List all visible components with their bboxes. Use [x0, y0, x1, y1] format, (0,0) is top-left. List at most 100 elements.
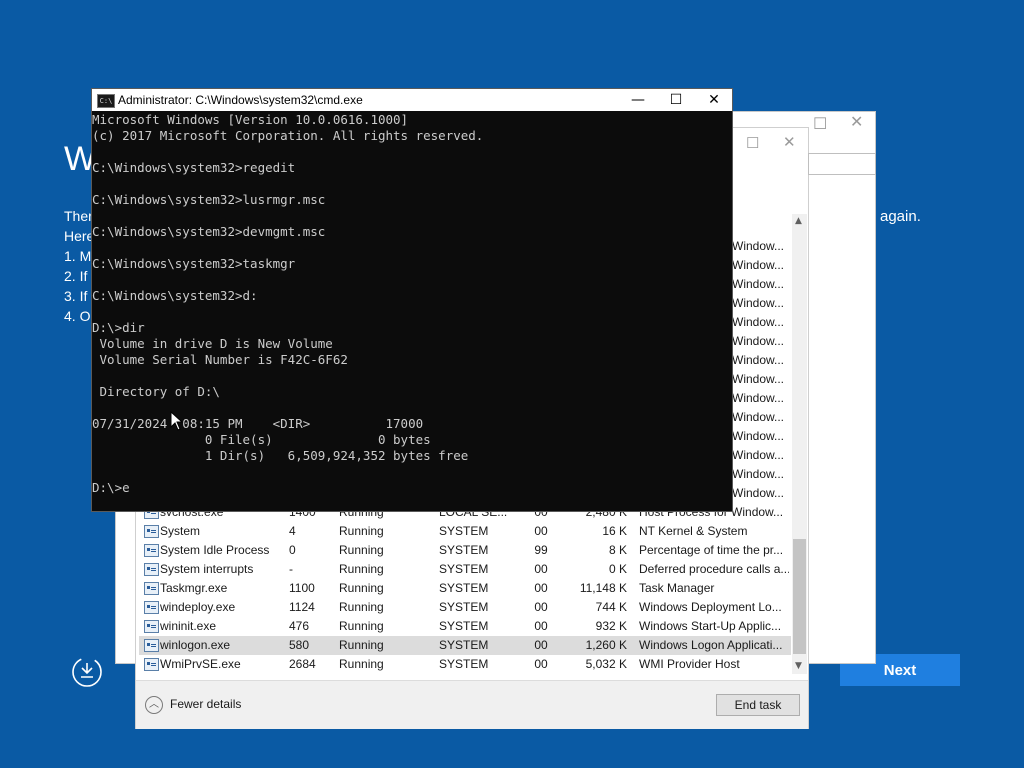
close-icon[interactable]: ✕: [695, 89, 733, 111]
console-line: Volume in drive D is New Volume: [92, 336, 333, 351]
console-line: 1 Dir(s) 6,509,924,352 bytes free: [92, 448, 469, 463]
process-cpu: 00: [534, 562, 548, 576]
process-description: Task Manager: [639, 581, 715, 595]
maximize-icon[interactable]: ☐: [813, 114, 827, 134]
process-pid: -: [289, 562, 293, 576]
process-memory: 8 K: [608, 543, 627, 557]
process-user: SYSTEM: [439, 562, 489, 576]
process-description: Windows Start-Up Applic...: [639, 619, 782, 633]
chevron-up-icon[interactable]: ︿: [145, 696, 163, 714]
minimize-icon[interactable]: —: [619, 89, 657, 111]
process-icon: [144, 620, 159, 633]
console-line: 0 File(s) 0 bytes: [92, 432, 431, 447]
process-user: SYSTEM: [439, 619, 489, 633]
process-name: System Idle Process: [160, 543, 270, 557]
process-icon: [144, 639, 159, 652]
fewer-details-link[interactable]: Fewer details: [170, 697, 241, 711]
process-cpu: 00: [534, 581, 548, 595]
maximize-icon[interactable]: ☐: [657, 89, 695, 111]
process-status: Running: [339, 562, 384, 576]
process-pid: 4: [289, 524, 296, 538]
process-memory: 0 K: [608, 562, 627, 576]
table-row[interactable]: System 4 Running SYSTEM 00 16 K NT Kerne…: [139, 522, 791, 541]
process-description: WMI Provider Host: [639, 657, 740, 671]
process-memory: 932 K: [595, 619, 627, 633]
process-description: Percentage of time the pr...: [639, 543, 784, 557]
setup-text-line: 2. If: [64, 268, 88, 284]
process-cpu: 99: [534, 543, 548, 557]
process-cpu: 00: [534, 619, 548, 633]
table-row[interactable]: System Idle Process 0 Running SYSTEM 99 …: [139, 541, 791, 560]
process-user: SYSTEM: [439, 638, 489, 652]
process-name: Taskmgr.exe: [160, 581, 228, 595]
process-name: System: [160, 524, 201, 538]
process-icon: [144, 563, 159, 576]
scroll-up-icon[interactable]: ▲: [795, 216, 802, 226]
process-cpu: 00: [534, 600, 548, 614]
setup-text-line: Ther: [64, 208, 93, 224]
search-field[interactable]: [808, 153, 876, 175]
process-memory: 11,148 K: [579, 581, 627, 595]
table-row[interactable]: System interrupts - Running SYSTEM 00 0 …: [139, 560, 791, 579]
taskmgr-icon: [144, 582, 159, 595]
process-status: Running: [339, 657, 384, 671]
scroll-down-icon[interactable]: ▼: [795, 661, 802, 671]
process-name: System interrupts: [160, 562, 254, 576]
process-status: Running: [339, 638, 384, 652]
process-name: winlogon.exe: [160, 638, 231, 652]
cmd-icon: C:\: [97, 94, 115, 108]
process-user: SYSTEM: [439, 524, 489, 538]
setup-again-text: again.: [880, 208, 921, 225]
close-icon[interactable]: ✕: [783, 133, 796, 151]
table-row[interactable]: WmiPrvSE.exe 2684 Running SYSTEM 00 5,03…: [139, 655, 791, 674]
maximize-icon[interactable]: ☐: [746, 134, 759, 152]
process-user: SYSTEM: [439, 543, 489, 557]
process-user: SYSTEM: [439, 600, 489, 614]
process-description: Windows Logon Applicati...: [639, 638, 783, 652]
cmd-title-bar[interactable]: C:\ Administrator: C:\Windows\system32\c…: [92, 89, 732, 111]
setup-text-line: 3. If: [64, 288, 88, 304]
console-line: (c) 2017 Microsoft Corporation. All righ…: [92, 128, 484, 143]
console-line: C:\Windows\system32>d:: [92, 288, 258, 303]
console-line: C:\Windows\system32>taskmgr: [92, 256, 296, 271]
process-memory: 1,260 K: [585, 638, 627, 652]
console-line: 07/31/2024 08:15 PM <DIR> 17000: [92, 416, 424, 431]
table-row[interactable]: windeploy.exe 1124 Running SYSTEM 00 744…: [139, 598, 791, 617]
cmd-window-title: Administrator: C:\Windows\system32\cmd.e…: [118, 93, 363, 107]
setup-text-line: 4. O: [64, 308, 91, 324]
process-icon: [144, 544, 159, 557]
process-pid: 1100: [289, 581, 315, 595]
table-row-selected[interactable]: winlogon.exe 580 Running SYSTEM 00 1,260…: [139, 636, 791, 655]
table-row[interactable]: Taskmgr.exe 1100 Running SYSTEM 00 11,14…: [139, 579, 791, 598]
console-line: C:\Windows\system32>regedit: [92, 160, 296, 175]
cmd-console-output[interactable]: Microsoft Windows [Version 10.0.0616.100…: [92, 112, 732, 510]
process-description: NT Kernel & System: [639, 524, 748, 538]
cmd-window: C:\ Administrator: C:\Windows\system32\c…: [91, 88, 733, 512]
vertical-scrollbar[interactable]: ▲ ▼: [792, 214, 807, 674]
setup-text-line: Here: [64, 228, 95, 244]
process-pid: 476: [289, 619, 310, 633]
end-task-button[interactable]: End task: [716, 694, 800, 716]
process-status: Running: [339, 524, 384, 538]
process-pid: 580: [289, 638, 310, 652]
table-row[interactable]: wininit.exe 476 Running SYSTEM 00 932 K …: [139, 617, 791, 636]
process-cpu: 00: [534, 638, 548, 652]
task-manager-footer: ︿ Fewer details End task: [136, 680, 808, 729]
process-memory: 5,032 K: [585, 657, 627, 671]
scrollbar-thumb[interactable]: [793, 539, 806, 654]
process-status: Running: [339, 619, 384, 633]
console-line: Directory of D:\: [92, 384, 220, 399]
close-icon[interactable]: ✕: [850, 112, 863, 132]
accessibility-icon[interactable]: [70, 655, 102, 687]
process-icon: [144, 658, 159, 671]
process-status: Running: [339, 600, 384, 614]
process-memory: 744 K: [595, 600, 627, 614]
